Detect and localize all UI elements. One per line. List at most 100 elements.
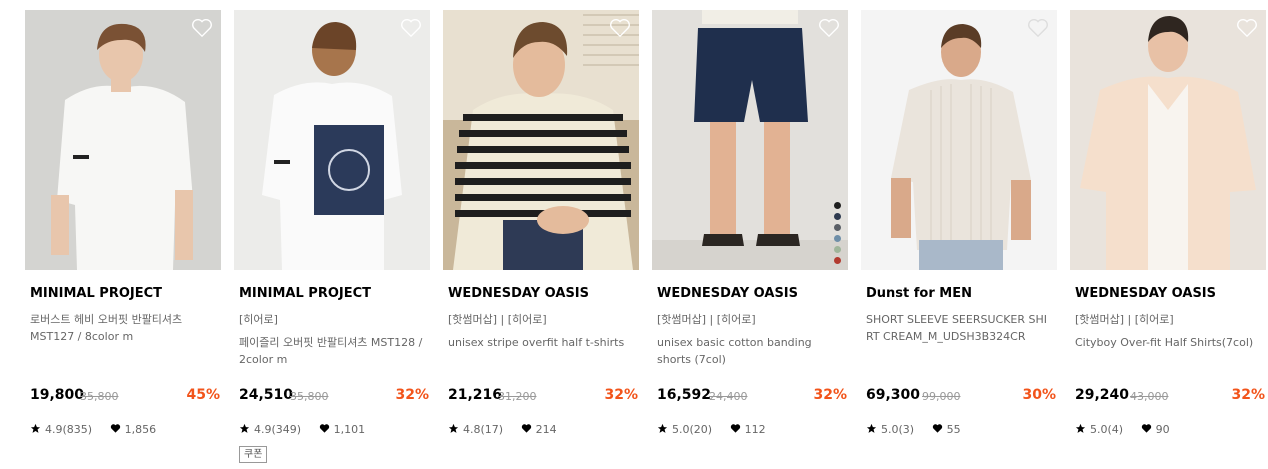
likes-count: 1,856 [124, 422, 157, 436]
product-name[interactable]: 페이즐리 오버핏 반팔티셔츠 MST128 / 2color m [239, 334, 427, 368]
heart-outline-icon [1237, 19, 1257, 38]
price-row: 24,510 35,800 32% [239, 387, 429, 407]
product-image[interactable] [652, 10, 848, 270]
wishlist-button[interactable] [1236, 18, 1258, 38]
original-price: 35,800 [80, 390, 119, 403]
likes-count: 90 [1155, 422, 1170, 436]
heart-outline-icon [192, 19, 212, 38]
color-swatches [834, 202, 842, 268]
product-brand[interactable]: WEDNESDAY OASIS [657, 286, 798, 301]
sale-price: 24,510 [239, 387, 294, 403]
product-tags: [핫썸머삽] | [히어로] [657, 313, 756, 326]
price-row: 16,592 24,400 32% [657, 387, 847, 407]
product-name[interactable]: Cityboy Over-fit Half Shirts(7col) [1075, 334, 1263, 351]
star-icon [239, 423, 250, 433]
likes: 1,101 [319, 422, 366, 436]
product-name[interactable]: 로버스트 헤비 오버핏 반팔티셔츠 MST127 / 8color m [30, 311, 218, 345]
rating-value: 5.0(20) [672, 422, 713, 436]
product-tags: [히어로] [239, 313, 278, 326]
product-image[interactable] [25, 10, 221, 270]
star-icon [448, 423, 459, 433]
wishlist-button[interactable] [609, 18, 631, 38]
star-icon [657, 423, 668, 433]
star-icon [1075, 423, 1086, 433]
product-photo [1070, 10, 1266, 270]
rating-value: 5.0(4) [1090, 422, 1124, 436]
sale-price: 16,592 [657, 387, 712, 403]
heart-icon [932, 423, 942, 433]
product-description[interactable]: [핫썸머삽] | [히어로] unisex stripe overfit hal… [448, 311, 636, 351]
product-photo [443, 10, 639, 270]
meta-row: 4.9(835) 1,856 [30, 422, 156, 436]
product-description[interactable]: [히어로] 페이즐리 오버핏 반팔티셔츠 MST128 / 2color m [239, 311, 427, 368]
product-card[interactable]: Dunst for MEN SHORT SLEEVE SEERSUCKER SH… [861, 10, 1057, 469]
product-card[interactable]: WEDNESDAY OASIS [핫썸머삽] | [히어로] unisex st… [443, 10, 639, 469]
heart-icon [1141, 423, 1151, 433]
heart-icon [319, 423, 329, 433]
discount-rate: 32% [395, 387, 429, 403]
product-name[interactable]: unisex basic cotton banding shorts (7col… [657, 334, 845, 368]
product-image[interactable] [861, 10, 1057, 270]
heart-outline-icon [610, 19, 630, 38]
product-card[interactable]: WEDNESDAY OASIS [핫썸머삽] | [히어로] Cityboy O… [1070, 10, 1266, 469]
price-row: 69,300 99,000 30% [866, 387, 1056, 407]
wishlist-button[interactable] [400, 18, 422, 38]
meta-row: 5.0(4) 90 [1075, 422, 1170, 436]
sale-price: 21,216 [448, 387, 503, 403]
wishlist-button[interactable] [1027, 18, 1049, 38]
product-brand[interactable]: WEDNESDAY OASIS [448, 286, 589, 301]
product-image[interactable] [443, 10, 639, 270]
product-image[interactable] [1070, 10, 1266, 270]
discount-rate: 32% [604, 387, 638, 403]
color-swatch[interactable] [834, 202, 841, 209]
product-description[interactable]: [핫썸머삽] | [히어로] unisex basic cotton bandi… [657, 311, 845, 368]
product-card[interactable]: WEDNESDAY OASIS [핫썸머삽] | [히어로] unisex ba… [652, 10, 848, 469]
product-description[interactable]: 로버스트 헤비 오버핏 반팔티셔츠 MST127 / 8color m [30, 311, 218, 345]
product-tags: [핫썸머삽] | [히어로] [1075, 313, 1174, 326]
rating: 4.9(835) [30, 423, 92, 436]
discount-rate: 30% [1022, 387, 1056, 403]
sale-price: 29,240 [1075, 387, 1130, 403]
likes-count: 55 [946, 422, 961, 436]
product-description[interactable]: [핫썸머삽] | [히어로] Cityboy Over-fit Half Shi… [1075, 311, 1263, 351]
product-photo [861, 10, 1057, 270]
product-name[interactable]: SHORT SLEEVE SEERSUCKER SHIRT CREAM_M_UD… [866, 311, 1054, 345]
likes-count: 1,101 [333, 422, 366, 436]
heart-outline-icon [819, 19, 839, 38]
meta-row: 5.0(3) 55 [866, 422, 961, 436]
likes-count: 112 [744, 422, 766, 436]
color-swatch[interactable] [834, 213, 841, 220]
color-swatch[interactable] [834, 235, 841, 242]
heart-icon [521, 423, 531, 433]
rating-value: 5.0(3) [881, 422, 915, 436]
rating-value: 4.8(17) [463, 422, 504, 436]
meta-row: 4.9(349) 1,101 [239, 422, 365, 436]
rating: 5.0(20) [657, 423, 712, 436]
meta-row: 5.0(20) 112 [657, 422, 766, 436]
heart-icon [110, 423, 120, 433]
rating: 4.8(17) [448, 423, 503, 436]
product-name[interactable]: unisex stripe overfit half t-shirts [448, 334, 636, 351]
product-brand[interactable]: WEDNESDAY OASIS [1075, 286, 1216, 301]
wishlist-button[interactable] [191, 18, 213, 38]
product-brand[interactable]: Dunst for MEN [866, 286, 972, 301]
product-image[interactable] [234, 10, 430, 270]
likes: 55 [932, 423, 961, 436]
product-brand[interactable]: MINIMAL PROJECT [30, 286, 162, 301]
product-card[interactable]: MINIMAL PROJECT [히어로] 페이즐리 오버핏 반팔티셔츠 MST… [234, 10, 430, 469]
product-brand[interactable]: MINIMAL PROJECT [239, 286, 371, 301]
product-description[interactable]: SHORT SLEEVE SEERSUCKER SHIRT CREAM_M_UD… [866, 311, 1054, 345]
heart-icon [730, 423, 740, 433]
wishlist-button[interactable] [818, 18, 840, 38]
rating: 4.9(349) [239, 423, 301, 436]
product-photo [25, 10, 221, 270]
color-swatch[interactable] [834, 257, 841, 264]
product-card[interactable]: MINIMAL PROJECT 로버스트 헤비 오버핏 반팔티셔츠 MST127… [25, 10, 221, 469]
color-swatch[interactable] [834, 224, 841, 231]
price-row: 29,240 43,000 32% [1075, 387, 1265, 407]
heart-outline-icon [401, 19, 421, 38]
rating: 5.0(4) [1075, 423, 1123, 436]
price-row: 19,800 35,800 45% [30, 387, 220, 407]
color-swatch[interactable] [834, 246, 841, 253]
original-price: 35,800 [290, 390, 329, 403]
